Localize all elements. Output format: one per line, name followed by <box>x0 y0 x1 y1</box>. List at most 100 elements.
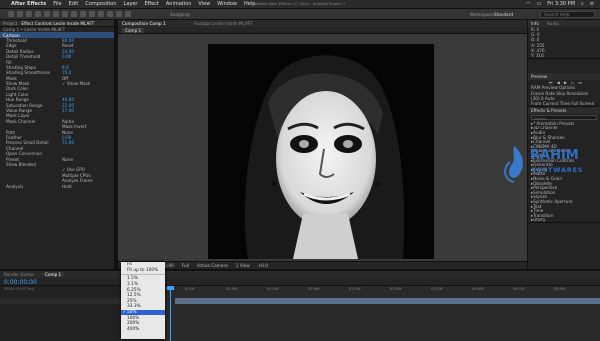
checkmark-icon: ✓ <box>122 310 127 316</box>
roto-brush-tool-icon[interactable] <box>116 11 122 17</box>
tab-comp-1-timeline[interactable]: Comp 1 <box>42 272 65 277</box>
tab-effect-controls[interactable]: Effect Controls Leslie Inside MLAFT <box>21 21 94 26</box>
spotlight-icon[interactable]: ⌕ <box>581 1 584 7</box>
ruler-tick-label: 04:00f <box>472 287 484 291</box>
timeline-fps: 00000 (29.97 fps) <box>4 287 35 291</box>
ruler-tick-label: 04:15f <box>513 287 525 291</box>
type-tool-icon[interactable] <box>80 11 86 17</box>
zoom-option-label: 200% <box>127 321 140 327</box>
zoom-option[interactable]: 400% <box>121 327 165 333</box>
exposure-value[interactable]: +0.0 <box>258 263 268 268</box>
timeline-timecode[interactable]: 0;00;00;00 <box>4 279 37 286</box>
watermark-line1: RAHIM <box>530 148 579 163</box>
preview-panel: Preview ⏮ ◀ ▶ ▷ ⏭ RAM Preview Options Fra… <box>528 73 600 108</box>
tab-composition[interactable]: Composition Comp 1 <box>122 21 166 26</box>
composition-viewer[interactable] <box>118 34 527 261</box>
view-layout-select[interactable]: 1 View <box>236 263 250 268</box>
menu-layer[interactable]: Layer <box>124 1 138 7</box>
zoom-option-label: 400% <box>127 326 140 332</box>
wifi-icon[interactable]: ◠ <box>526 1 530 7</box>
ruler-tick-label: 02:15f <box>349 287 361 291</box>
composition-subtabs: Comp 1 <box>118 27 527 34</box>
tab-comp-1[interactable]: Comp 1 <box>122 27 145 33</box>
zoom-option-label: 12.5% <box>127 293 141 299</box>
zoom-option[interactable]: Fit up to 100% <box>121 268 165 274</box>
timeline-header: 0;00;00;00 <box>0 278 600 286</box>
ruler-tick-label: 01:15f <box>267 287 279 291</box>
tab-info[interactable]: Info <box>531 21 539 26</box>
mask-tool-icon[interactable] <box>62 11 68 17</box>
workspace-label: Workspace: <box>470 12 495 17</box>
zoom-option-label: 1.5% <box>127 276 138 282</box>
effects-search-input[interactable]: Search <box>531 115 597 121</box>
camera-tool-icon[interactable] <box>44 11 50 17</box>
playhead-handle[interactable] <box>167 286 174 290</box>
menu-edit[interactable]: Edit <box>69 1 79 7</box>
selection-tool-icon[interactable] <box>8 11 14 17</box>
effect-controls-panel: Project Effect Controls Leslie Inside ML… <box>0 20 115 269</box>
active-camera-select[interactable]: Active Camera <box>197 263 228 268</box>
info-header: Info Audio <box>528 20 600 27</box>
effect-controls-list: Threshold 80.00 Edge Reset Detail Radius 24.0… <box>0 38 114 189</box>
effect-control-row[interactable]: Analysis Hold <box>0 183 114 189</box>
ruler-tick-label: 03:00f <box>390 287 402 291</box>
tools-panel: Snapping Workspace: Standard Search Help <box>0 9 600 20</box>
info-values: R: 0 G: 0 B: 0 A: 255 X: 476 Y: 316 <box>528 27 600 58</box>
tab-audio[interactable]: Audio <box>547 21 559 26</box>
puppet-tool-icon[interactable] <box>125 11 131 17</box>
window-title: Adobe After Effects CC 2014 - Untitled P… <box>255 1 345 6</box>
playhead-line[interactable] <box>170 286 171 341</box>
tab-footage[interactable]: Footage Leslie Inside MLAFT <box>194 21 253 26</box>
zoom-option-label: 3.1% <box>127 282 138 288</box>
info-row: Y: 316 <box>531 53 544 59</box>
menu-effect[interactable]: Effect <box>144 1 158 7</box>
viewer-controls: 50% ◉ 0;00;00;00 Full Active Camera 1 Vi… <box>118 261 527 269</box>
timeline-track-area[interactable]: 0:15f 01:00f 01:15f 02:00f 02:15f 03:00f 03:15… <box>165 286 600 341</box>
resolution-select[interactable]: Full <box>182 263 189 268</box>
stamp-tool-icon[interactable] <box>98 11 104 17</box>
menubar-clock[interactable]: Fri 3:30 PM <box>547 1 575 7</box>
cartoon-portrait-image <box>208 44 434 259</box>
comp-canvas[interactable] <box>208 44 434 259</box>
zoom-option-label: 50% <box>127 310 137 316</box>
preview-option-row[interactable]: From Current Time Full Screen <box>528 101 600 106</box>
notification-icon[interactable]: ≡ <box>590 1 594 7</box>
zoom-option-label: 33.3% <box>127 304 141 310</box>
watermark-line2: SOFTWARES <box>531 166 584 174</box>
workspace-select[interactable]: Standard <box>494 12 513 17</box>
tab-render-queue[interactable]: Render Queue <box>4 272 34 277</box>
effects-category-label: Utility <box>533 217 546 223</box>
tab-project[interactable]: Project <box>3 21 17 26</box>
timeline-tabs: Render Queue Comp 1 <box>0 271 600 278</box>
menu-animation[interactable]: Animation <box>166 1 192 7</box>
menu-view[interactable]: View <box>198 1 210 7</box>
search-help-input[interactable]: Search Help <box>540 11 595 18</box>
effects-category-item[interactable]: ▸ Utility <box>528 218 600 223</box>
zoom-tool-icon[interactable] <box>26 11 32 17</box>
left-panel-tabs: Project Effect Controls Leslie Inside ML… <box>0 20 114 27</box>
pen-tool-icon[interactable] <box>71 11 77 17</box>
time-ruler[interactable]: 0:15f 01:00f 01:15f 02:00f 02:15f 03:00f 03:15… <box>165 286 600 293</box>
pan-behind-tool-icon[interactable] <box>53 11 59 17</box>
battery-icon[interactable]: ▭ <box>537 1 542 7</box>
ruler-tick-label: 05:00f <box>554 287 566 291</box>
layer-duration-bar[interactable] <box>175 298 600 304</box>
eraser-tool-icon[interactable] <box>107 11 113 17</box>
hand-tool-icon[interactable] <box>17 11 23 17</box>
effects-header[interactable]: Effects & Presets <box>528 107 600 115</box>
menu-file[interactable]: File <box>53 1 61 7</box>
timeline-panel: Render Queue Comp 1 0;00;00;00 00000 (29… <box>0 269 600 341</box>
effect-control-value[interactable]: Hold <box>62 184 72 189</box>
snapping-label[interactable]: Snapping <box>170 12 190 17</box>
ruler-tick-label: 0:15f <box>185 287 195 291</box>
watermark-logo: RAHIM SOFTWARES <box>500 142 600 186</box>
last-frame-icon[interactable]: ⏭ <box>578 80 582 85</box>
brush-tool-icon[interactable] <box>89 11 95 17</box>
menu-composition[interactable]: Composition <box>85 1 116 7</box>
info-panel: Info Audio R: 0 G: 0 B: 0 A: 255 X: 476 Y: 31… <box>528 20 600 60</box>
preview-header[interactable]: Preview <box>528 73 600 81</box>
rotate-tool-icon[interactable] <box>35 11 41 17</box>
magnification-dropdown: Fit Fit up to 100% 1.5% 3.1% 6.25% 12.5% 25% 33… <box>121 262 165 339</box>
menu-app[interactable]: After Effects <box>11 1 46 7</box>
preview-options: RAM Preview Options Frame Rate Skip Resol… <box>528 85 600 106</box>
